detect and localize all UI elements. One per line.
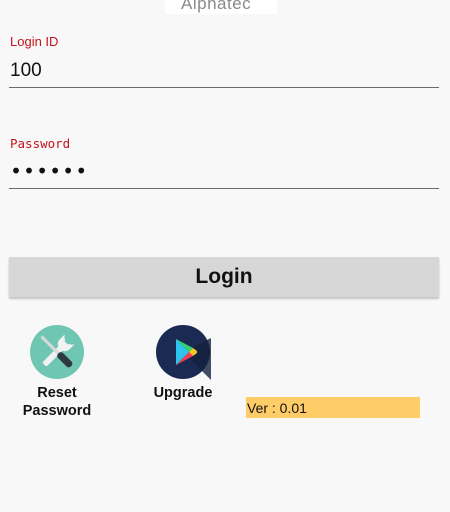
tools-icon (30, 325, 84, 379)
reset-password-button[interactable]: Reset Password (16, 324, 98, 420)
password-input[interactable] (9, 158, 439, 189)
upgrade-label: Upgrade (153, 385, 213, 401)
play-store-icon (156, 325, 211, 380)
login-id-label: Login ID (10, 34, 59, 49)
login-id-input[interactable] (9, 58, 439, 88)
logo: Alphatec (165, 0, 277, 14)
login-button[interactable]: Login (9, 257, 439, 297)
logo-text: Alphatec (181, 0, 252, 13)
password-label: Password (10, 136, 71, 151)
login-screen: Alphatec Login ID Password Login Reset P… (0, 0, 450, 512)
reset-password-label: Reset Password (22, 385, 92, 419)
version-label: Ver : 0.01 (246, 397, 420, 418)
upgrade-button[interactable]: Upgrade (143, 324, 223, 402)
